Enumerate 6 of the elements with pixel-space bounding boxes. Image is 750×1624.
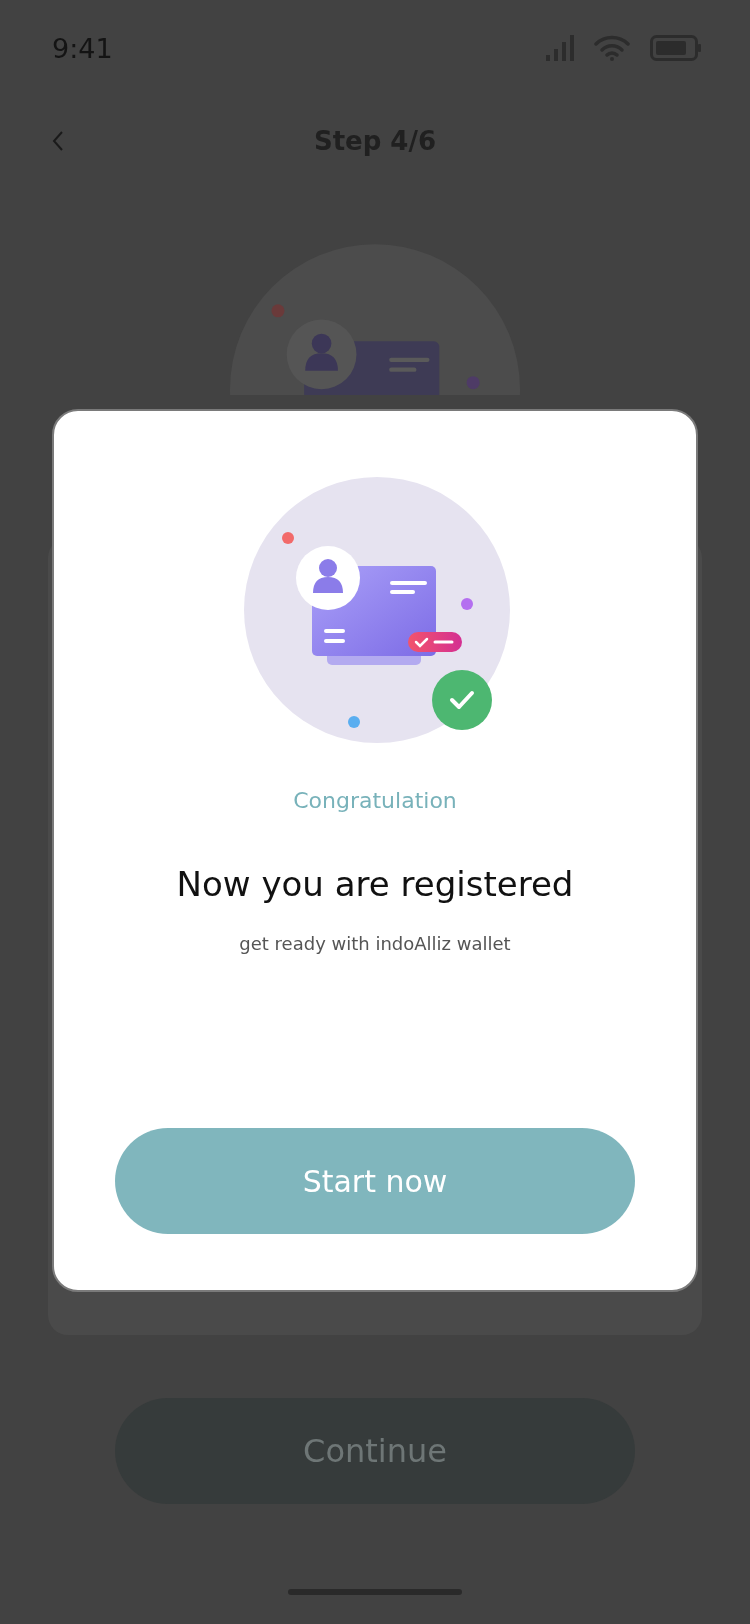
- start-button[interactable]: Start now: [115, 1128, 635, 1234]
- dialog-overline: Congratulation: [293, 788, 457, 814]
- continue-button[interactable]: Continue: [115, 1398, 635, 1504]
- dialog-title: Now you are registered: [176, 864, 574, 904]
- dialog-subtitle: get ready with indoAlliz wallet: [239, 932, 511, 956]
- back-icon[interactable]: [52, 130, 64, 152]
